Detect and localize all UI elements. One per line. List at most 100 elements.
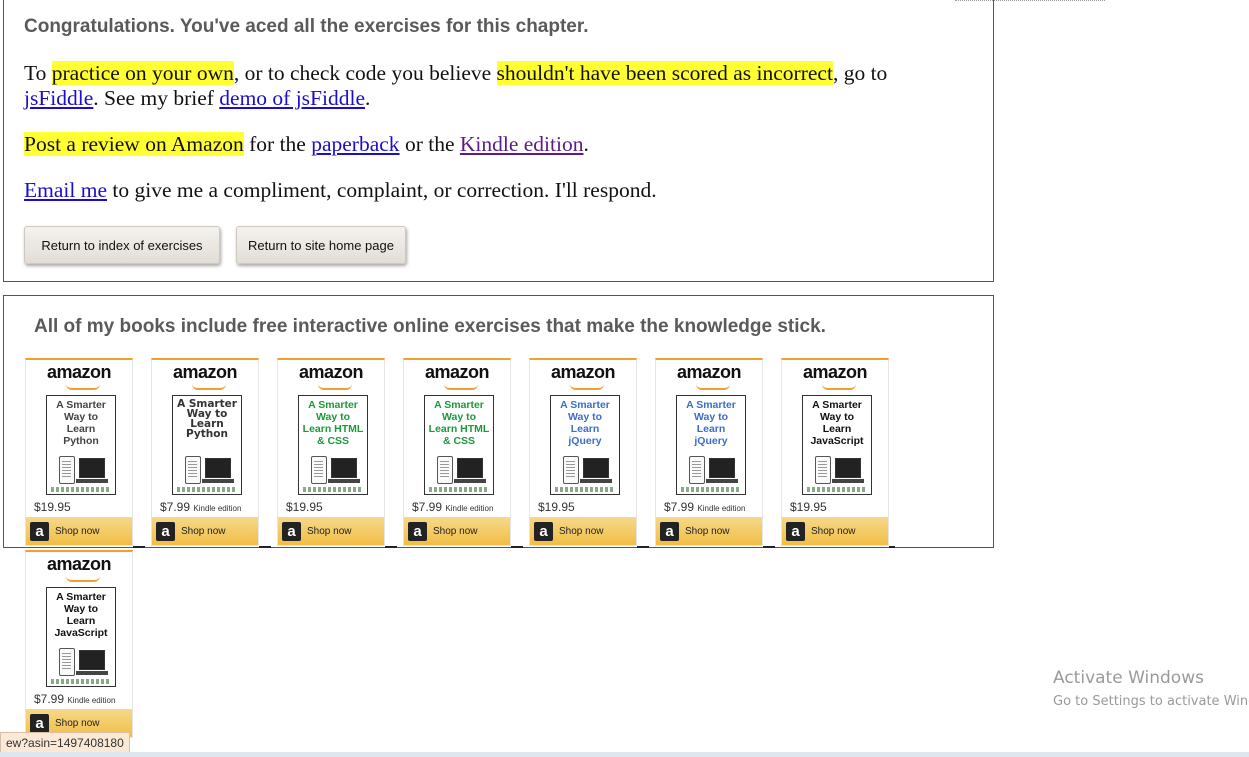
- shop-now-label: Shop now: [433, 525, 478, 537]
- shop-now-label: Shop now: [685, 525, 730, 537]
- amazon-a-icon: a: [408, 521, 427, 541]
- kindle-edition-link[interactable]: Kindle edition: [460, 132, 584, 156]
- amazon-a-icon: a: [30, 521, 49, 541]
- shop-now-button[interactable]: a Shop now: [782, 517, 888, 545]
- email-paragraph: Email me to give me a compliment, compla…: [24, 178, 657, 202]
- devices-icon: [311, 456, 360, 484]
- book-cover[interactable]: A Smarter Way to Learn jQuery: [550, 395, 620, 495]
- book-title: A Smarter Way to Learn JavaScript: [54, 591, 108, 639]
- result-panel: Congratulations. You've aced all the exe…: [3, 0, 994, 282]
- book-cover[interactable]: A Smarter Way to Learn JavaScript: [802, 395, 872, 495]
- cover-strip: [51, 487, 111, 492]
- amazon-logo: amazon: [676, 362, 742, 382]
- amazon-a-icon: a: [660, 521, 679, 541]
- divider: [133, 546, 145, 548]
- amazon-logo: amazon: [46, 362, 112, 382]
- shop-now-label: Shop now: [55, 525, 100, 537]
- email-me-link[interactable]: Email me: [24, 178, 107, 202]
- activate-windows-subtitle: Go to Settings to activate Windows.: [1053, 694, 1249, 709]
- cover-strip: [51, 679, 111, 684]
- amazon-smile-icon: [66, 384, 100, 390]
- congrats-heading: Congratulations. You've aced all the exe…: [24, 16, 589, 37]
- amazon-logo: amazon: [424, 362, 490, 382]
- shop-now-label: Shop now: [181, 525, 226, 537]
- cover-strip: [303, 487, 363, 492]
- book-price: $19.95: [286, 500, 323, 514]
- jsfiddle-link[interactable]: jsFiddle: [24, 86, 93, 110]
- book-cover[interactable]: A Smarter Way to Learn jQuery: [676, 395, 746, 495]
- divider: [889, 546, 895, 548]
- amazon-a-icon: a: [786, 521, 805, 541]
- book-title: A Smarter Way to Learn JavaScript: [810, 399, 864, 447]
- shop-now-label: Shop now: [559, 525, 604, 537]
- activate-windows-title: Activate Windows: [1053, 668, 1204, 688]
- devices-icon: [59, 648, 108, 676]
- devices-icon: [437, 456, 486, 484]
- amazon-logo: amazon: [802, 362, 868, 382]
- book-price: $7.99 Kindle edition: [160, 500, 242, 514]
- book-cover[interactable]: A Smarter Way to Learn HTML & CSS: [424, 395, 494, 495]
- return-to-home-button[interactable]: Return to site home page: [236, 226, 406, 264]
- shop-now-button[interactable]: a Shop now: [26, 517, 132, 545]
- book-price: $19.95: [538, 500, 575, 514]
- cover-strip: [681, 487, 741, 492]
- amazon-smile-icon: [66, 576, 100, 582]
- book-price: $7.99 Kindle edition: [34, 692, 116, 706]
- divider: [259, 546, 271, 548]
- shop-now-button[interactable]: a Shop now: [530, 517, 636, 545]
- shop-now-button[interactable]: a Shop now: [278, 517, 384, 545]
- book-title: A Smarter Way to Learn HTML & CSS: [302, 399, 364, 447]
- book-title: A Smarter Way to Learn HTML & CSS: [428, 399, 490, 447]
- amazon-book-ad[interactable]: amazon A Smarter Way to Learn jQuery $19…: [529, 358, 637, 546]
- book-cover[interactable]: A Smarter Way to Learn JavaScript: [46, 587, 116, 687]
- amazon-smile-icon: [444, 384, 478, 390]
- cover-strip: [807, 487, 867, 492]
- jsfiddle-demo-link[interactable]: demo of jsFiddle: [219, 86, 365, 110]
- return-to-index-button[interactable]: Return to index of exercises: [24, 226, 220, 264]
- amazon-smile-icon: [192, 384, 226, 390]
- practice-paragraph: To practice on your own, or to check cod…: [24, 61, 888, 110]
- cover-strip: [429, 487, 489, 492]
- amazon-book-ad[interactable]: amazon A Smarter Way to Learn HTML & CSS…: [277, 358, 385, 546]
- shop-now-button[interactable]: a Shop now: [656, 517, 762, 545]
- divider: [763, 546, 775, 548]
- amazon-book-ad[interactable]: amazon A Smarter Way to Learn Python $7.…: [151, 358, 259, 546]
- amazon-logo: amazon: [550, 362, 616, 382]
- divider: [385, 546, 397, 548]
- amazon-logo: amazon: [298, 362, 364, 382]
- amazon-smile-icon: [822, 384, 856, 390]
- shop-now-label: Shop now: [55, 717, 100, 729]
- book-title: A Smarter Way to Learn jQuery: [686, 399, 736, 447]
- amazon-a-icon: a: [30, 713, 49, 733]
- amazon-book-ad[interactable]: amazon A Smarter Way to Learn JavaScript…: [781, 358, 889, 546]
- devices-icon: [185, 456, 234, 484]
- book-cover[interactable]: A Smarter Way to Learn Python: [46, 395, 116, 495]
- devices-icon: [563, 456, 612, 484]
- book-price: $19.95: [790, 500, 827, 514]
- practice-highlight: practice on your own: [51, 61, 234, 85]
- book-cover[interactable]: A Smarter Way to Learn Python: [172, 395, 242, 495]
- amazon-book-ad[interactable]: amazon A Smarter Way to Learn Python $19…: [25, 358, 133, 546]
- book-price: $7.99 Kindle edition: [664, 500, 746, 514]
- amazon-logo: amazon: [46, 554, 112, 574]
- amazon-smile-icon: [696, 384, 730, 390]
- book-cover[interactable]: A Smarter Way to Learn HTML & CSS: [298, 395, 368, 495]
- shop-now-button[interactable]: a Shop now: [404, 517, 510, 545]
- cover-strip: [555, 487, 615, 492]
- divider: [637, 546, 649, 548]
- amazon-book-ad[interactable]: amazon A Smarter Way to Learn JavaScript…: [25, 550, 133, 738]
- amazon-a-icon: a: [534, 521, 553, 541]
- amazon-logo: amazon: [172, 362, 238, 382]
- paperback-link[interactable]: paperback: [311, 132, 399, 156]
- status-bar-url: ew?asin=1497408180: [0, 732, 130, 753]
- amazon-book-ad[interactable]: amazon A Smarter Way to Learn HTML & CSS…: [403, 358, 511, 546]
- bottom-scrollbar[interactable]: [0, 752, 1249, 757]
- shop-now-button[interactable]: a Shop now: [152, 517, 258, 545]
- incorrect-highlight: shouldn't have been scored as incorrect: [496, 61, 833, 85]
- devices-icon: [815, 456, 864, 484]
- amazon-a-icon: a: [156, 521, 175, 541]
- book-price: $7.99 Kindle edition: [412, 500, 494, 514]
- amazon-book-ad[interactable]: amazon A Smarter Way to Learn jQuery $7.…: [655, 358, 763, 546]
- shop-now-label: Shop now: [811, 525, 856, 537]
- devices-icon: [689, 456, 738, 484]
